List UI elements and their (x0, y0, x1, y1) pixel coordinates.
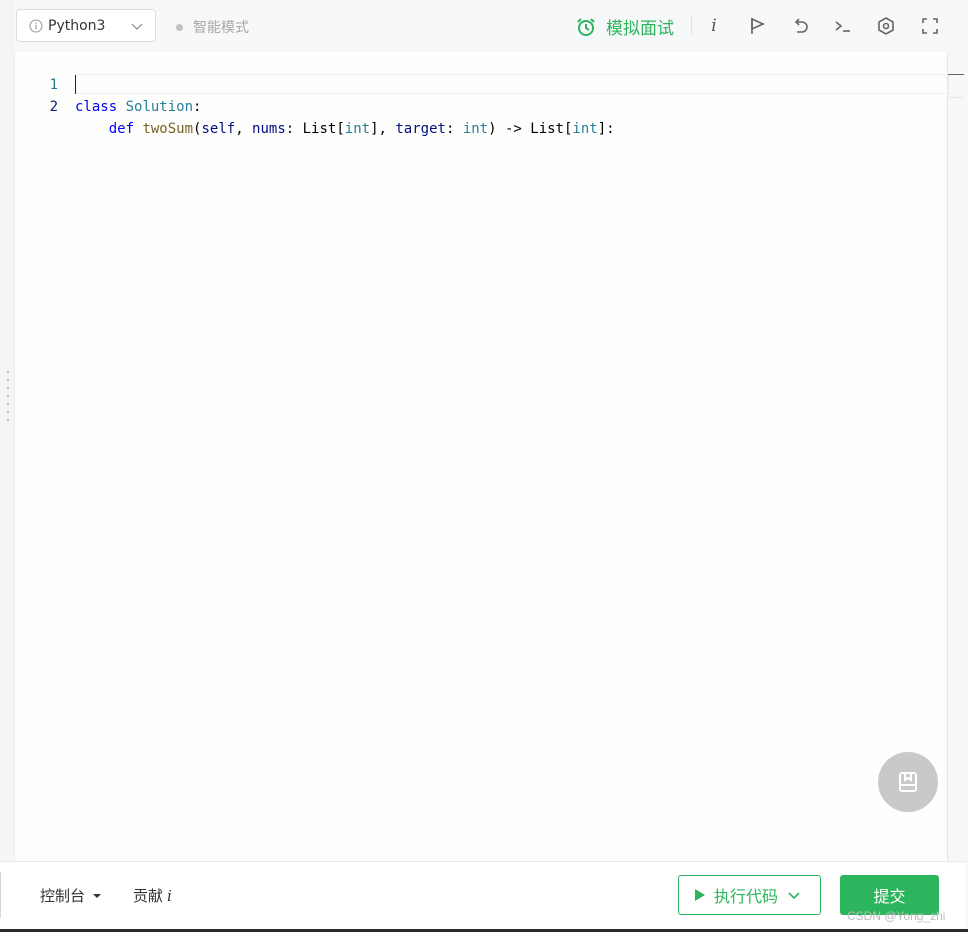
keyword: class (75, 99, 118, 115)
flag-icon[interactable] (745, 14, 769, 38)
chevron-down-icon (788, 892, 800, 900)
mock-interview-button[interactable]: 模拟面试 (576, 14, 674, 39)
arrow: -> (504, 121, 522, 137)
run-code-button[interactable]: 执行代码 (678, 875, 821, 915)
line-number: 2 (49, 99, 58, 115)
contribute-button[interactable]: 贡献 i (133, 885, 172, 906)
contribute-label: 贡献 (133, 887, 164, 905)
chevron-down-icon (131, 23, 143, 30)
settings-icon[interactable] (874, 14, 898, 38)
scrollbar-marker[interactable] (948, 74, 964, 75)
smart-mode-label: 智能模式 (193, 20, 249, 36)
fullscreen-icon[interactable] (918, 14, 942, 38)
terminal-icon[interactable] (831, 14, 855, 38)
info-glyph-icon: i (167, 887, 172, 905)
mock-interview-label: 模拟面试 (606, 19, 674, 39)
smart-mode-dot (176, 23, 183, 31)
code-editor[interactable]: 1 class Solution: 2 def twoSum(self, num… (14, 52, 949, 861)
divider (0, 872, 1, 918)
current-line-extension (948, 74, 964, 98)
type-list: List (530, 121, 564, 137)
keyword: def (108, 121, 135, 137)
type-list: List (302, 121, 337, 137)
console-label: 控制台 (40, 887, 86, 905)
left-gutter (0, 0, 14, 932)
param: self (201, 121, 236, 137)
type-int: int (344, 121, 371, 137)
code-line[interactable]: 2 def twoSum(self, nums: List[int], targ… (15, 74, 615, 137)
current-line-highlight (75, 74, 949, 94)
editor-toolbar: Python3 智能模式 模拟面试 i (14, 0, 966, 52)
console-button[interactable]: 控制台 (40, 885, 102, 906)
alarm-clock-icon (577, 17, 595, 36)
bottom-action-bar: 控制台 贡献 i 执行代码 提交 CSDN @Yong_zhi (0, 861, 966, 933)
type-int: int (462, 121, 489, 137)
resize-handle[interactable] (7, 368, 9, 424)
class-name: Solution (125, 99, 194, 115)
run-code-label: 执行代码 (714, 887, 779, 906)
watermark: CSDN @Yong_zhi (847, 909, 946, 923)
language-select[interactable]: Python3 (16, 9, 156, 42)
type-int: int (572, 121, 598, 137)
caret-down-icon (93, 893, 102, 898)
code-text: def twoSum(self, nums: List[int], target… (75, 118, 615, 140)
smart-mode-toggle[interactable]: 智能模式 (176, 17, 249, 37)
language-label: Python3 (48, 17, 106, 34)
toolbar-divider (691, 16, 692, 36)
text-cursor (75, 75, 76, 94)
punctuation: : (193, 99, 202, 115)
param: nums (252, 121, 286, 137)
notebook-button[interactable] (878, 752, 938, 812)
info-circle-icon (29, 19, 43, 32)
notebook-icon (899, 772, 917, 792)
code-text: class Solution: (75, 96, 201, 118)
function-name: twoSum (142, 121, 194, 137)
play-icon (695, 889, 705, 901)
reset-icon[interactable] (788, 14, 812, 38)
param: target (395, 121, 446, 137)
info-icon[interactable]: i (702, 14, 726, 38)
code-line[interactable]: 1 class Solution: (15, 52, 202, 115)
